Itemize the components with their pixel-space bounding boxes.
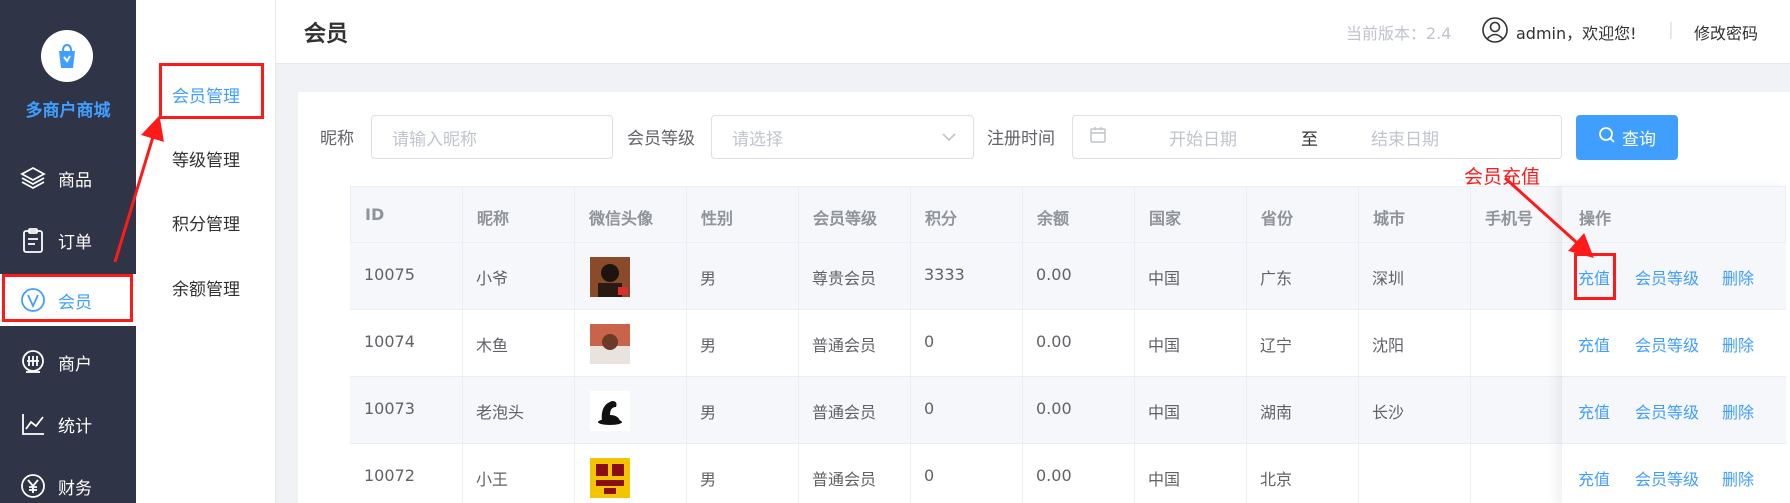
arrow-to-subnav [113,115,164,263]
arrow-to-recharge [1503,176,1594,259]
annotation-arrows [113,115,1594,263]
